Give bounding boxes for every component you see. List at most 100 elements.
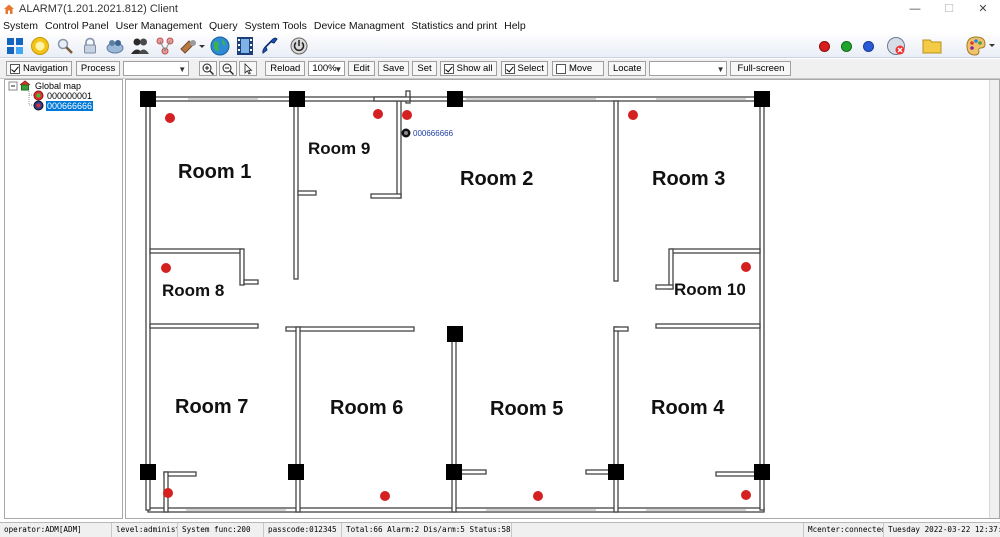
pointer-button[interactable] xyxy=(239,61,258,76)
users-button[interactable] xyxy=(127,35,152,57)
zoom-select[interactable]: 100% ▼ xyxy=(308,61,346,76)
layout-button[interactable] xyxy=(2,35,27,57)
disconnect-icon[interactable] xyxy=(886,36,906,56)
wall-room4-stub-right xyxy=(715,471,761,477)
room-label: Room 2 xyxy=(460,168,534,190)
status-spacer xyxy=(512,523,804,537)
chevron-down-icon: ▼ xyxy=(334,65,343,74)
floor-plan xyxy=(140,90,770,513)
status-system-func: System func:200 xyxy=(178,523,264,537)
device-marker-icon xyxy=(401,128,411,138)
search-button[interactable] xyxy=(52,35,77,57)
process-select[interactable]: ▼ xyxy=(123,61,190,76)
globe-button[interactable] xyxy=(207,35,232,57)
zoom-in-button[interactable] xyxy=(199,61,218,76)
tree-root-label: Global map xyxy=(35,80,82,91)
wall-room7-room6 xyxy=(295,326,301,513)
wall-room10-top xyxy=(670,248,761,254)
wall-room9-bottom xyxy=(370,193,402,199)
phone-icon xyxy=(261,37,278,54)
room-label: Room 3 xyxy=(652,168,726,190)
select-checkbox[interactable]: Select xyxy=(500,61,548,76)
reload-button[interactable]: Reload xyxy=(265,61,306,76)
close-button[interactable]: ✕ xyxy=(966,0,1000,18)
tree-item-label: 000000001 xyxy=(47,90,93,101)
room-label: Room 5 xyxy=(490,398,564,420)
floor-map[interactable]: Room 1 Room 9 Room 2 Room 3 Room 8 Room … xyxy=(125,79,1000,519)
video-button[interactable] xyxy=(232,35,257,57)
zoom-out-button[interactable] xyxy=(219,61,238,76)
tree-item-label-selected: 000666666 xyxy=(46,100,94,111)
map-scrollbar[interactable] xyxy=(989,80,999,518)
wall-room8-bottom xyxy=(149,323,259,329)
room-label: Room 1 xyxy=(178,161,252,183)
room-label: Room 6 xyxy=(330,397,404,419)
menu-system[interactable]: System xyxy=(3,20,43,32)
status-light-red-icon[interactable] xyxy=(819,40,830,52)
column-post xyxy=(754,91,770,107)
power-icon xyxy=(290,37,307,54)
navigation-checkbox[interactable]: Navigation xyxy=(6,61,72,76)
fullscreen-button[interactable]: Full-screen xyxy=(730,61,792,76)
wall-right xyxy=(759,98,765,511)
network-icon xyxy=(156,37,173,54)
lock-button[interactable] xyxy=(77,35,102,57)
locate-select[interactable]: ▼ xyxy=(649,61,728,76)
room-label: Room 4 xyxy=(651,397,725,419)
locate-button[interactable]: Locate xyxy=(607,61,647,76)
network-button[interactable] xyxy=(152,35,177,57)
room-label: Room 7 xyxy=(175,396,249,418)
room-label: Room 10 xyxy=(674,280,746,299)
menu-help[interactable]: Help xyxy=(504,20,531,32)
status-mcenter: Mcenter:connected xyxy=(804,523,884,537)
sensor-dot xyxy=(741,262,751,272)
sensor-dot xyxy=(741,490,751,500)
select-check-icon xyxy=(504,63,515,74)
maximize-button[interactable]: ☐ xyxy=(932,0,966,18)
sensor-dot xyxy=(373,109,383,119)
cursor-icon xyxy=(244,62,253,75)
group-button[interactable] xyxy=(102,35,127,57)
show-all-label: Show all xyxy=(456,63,493,74)
show-all-checkbox[interactable]: Show all xyxy=(439,61,497,76)
status-light-green-icon[interactable] xyxy=(841,40,852,52)
menu-query[interactable]: Query xyxy=(209,20,243,32)
status-datetime: Tuesday 2022-03-22 12:37:57 xyxy=(888,525,1000,534)
wall-door-top xyxy=(373,96,411,102)
navigation-label: Navigation xyxy=(23,63,68,74)
menu-device-managment[interactable]: Device Managment xyxy=(314,20,409,32)
house-icon xyxy=(4,4,14,14)
wall-room1-room9 xyxy=(293,100,299,280)
tree-item-000666666[interactable]: 000666666 xyxy=(33,100,94,111)
tools-button[interactable] xyxy=(177,35,207,57)
menu-system-tools[interactable]: System Tools xyxy=(245,20,312,32)
phone-button[interactable] xyxy=(257,35,282,57)
menu-control-panel[interactable]: Control Panel xyxy=(45,20,114,32)
move-checkbox[interactable]: Move xyxy=(551,61,604,76)
set-button[interactable]: Set xyxy=(412,61,437,76)
exit-button[interactable] xyxy=(286,35,311,57)
folder-icon[interactable] xyxy=(922,37,942,55)
palette-icon[interactable] xyxy=(966,36,996,56)
navigation-check-icon xyxy=(10,63,20,74)
edit-button[interactable]: Edit xyxy=(348,61,375,76)
sensor-dot xyxy=(161,263,171,273)
minimize-button[interactable]: — xyxy=(898,0,932,18)
layout-icon xyxy=(6,37,23,54)
sensor-dot xyxy=(402,110,412,120)
wall-room9-room2 xyxy=(396,100,402,199)
move-check-icon xyxy=(555,63,566,74)
device-tag[interactable]: 000666666 xyxy=(413,129,453,138)
menu-statistics-print[interactable]: Statistics and print xyxy=(411,20,502,32)
group-icon xyxy=(106,39,123,53)
arm-button[interactable] xyxy=(27,35,52,57)
tools-icon xyxy=(180,39,205,54)
status-light-blue-icon[interactable] xyxy=(863,40,874,52)
process-label: Process xyxy=(75,61,121,76)
chevron-down-icon: ▼ xyxy=(716,65,725,74)
save-button[interactable]: Save xyxy=(377,61,410,76)
menu-user-management[interactable]: User Management xyxy=(116,20,207,32)
status-level: level:administrator xyxy=(112,523,178,537)
column-post xyxy=(289,91,305,107)
wall-room5-room4 xyxy=(613,326,619,513)
